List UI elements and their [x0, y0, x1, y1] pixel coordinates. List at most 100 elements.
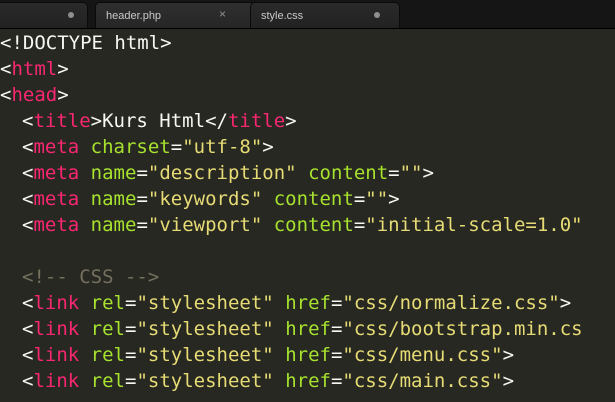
equals: =: [353, 214, 366, 236]
equals: =: [136, 162, 148, 184]
bracket: <: [22, 292, 34, 314]
tag-name: head: [11, 84, 58, 106]
tag-name: meta: [33, 162, 80, 184]
unsaved-dot-icon[interactable]: [68, 12, 74, 18]
attribute-name: content: [273, 214, 354, 236]
code-line-meta-charset: <meta charset="utf-8">: [22, 135, 274, 159]
code-line-link-bootstrap: <link rel="stylesheet" href="css/bootstr…: [22, 317, 583, 341]
tab-label: style.css: [261, 9, 304, 22]
bracket: <: [22, 188, 34, 210]
bracket: >: [388, 188, 400, 210]
code-line-comment: <!-- CSS -->: [22, 265, 159, 289]
tab-style-css[interactable]: style.css: [250, 2, 400, 28]
attribute-name: href: [285, 318, 331, 340]
bracket: <: [0, 84, 12, 106]
tab-label: header.php: [106, 9, 162, 22]
attribute-name: charset: [90, 136, 171, 158]
attribute-value: "viewport": [147, 214, 263, 236]
bracket: >: [285, 110, 297, 132]
equals: =: [125, 318, 137, 340]
attribute-value: "utf-8": [182, 136, 263, 158]
equals: =: [170, 136, 183, 158]
code-line-link-menu: <link rel="stylesheet" href="css/menu.cs…: [22, 343, 514, 367]
code-line-link-normalize: <link rel="stylesheet" href="css/normali…: [22, 291, 571, 315]
bracket: <: [22, 344, 34, 366]
tag-name: meta: [33, 136, 80, 158]
attribute-name: rel: [90, 344, 125, 366]
equals: =: [330, 292, 343, 314]
code-line-link-main: <link rel="stylesheet" href="css/main.cs…: [22, 369, 514, 393]
bracket: >: [502, 344, 515, 366]
equals: =: [136, 214, 148, 236]
code-line-doctype: <!DOCTYPE html>: [0, 31, 172, 55]
tab-bar: header.php × style.css: [0, 0, 615, 29]
bracket: <: [0, 58, 12, 80]
bracket: <: [22, 136, 34, 158]
bracket: >: [422, 162, 434, 184]
code-editor[interactable]: <!DOCTYPE html> <html> <head> <title>Kur…: [0, 29, 615, 402]
tag-name: meta: [33, 214, 80, 236]
attribute-value: "css/main.css": [342, 370, 503, 392]
bracket: >: [57, 58, 69, 80]
attribute-value: "initial-scale=1.0": [365, 214, 583, 236]
attribute-value: "css/bootstrap.min.cs: [342, 318, 583, 340]
equals: =: [125, 344, 137, 366]
tag-name: link: [33, 370, 80, 392]
code-line-html: <html>: [0, 57, 69, 81]
bracket: >: [559, 292, 572, 314]
attribute-name: name: [90, 162, 137, 184]
tag-name: title: [227, 110, 286, 132]
tag-name: link: [33, 318, 80, 340]
attribute-value: "description": [147, 162, 297, 184]
attribute-value: "stylesheet": [136, 292, 274, 314]
code-line-meta-keywords: <meta name="keywords" content="">: [22, 187, 400, 211]
tag-name: meta: [33, 188, 80, 210]
attribute-name: name: [90, 188, 137, 210]
equals: =: [388, 162, 400, 184]
unsaved-dot-icon[interactable]: [374, 12, 380, 18]
attribute-name: content: [308, 162, 389, 184]
attribute-value: "css/normalize.css": [342, 292, 560, 314]
attribute-name: content: [273, 188, 354, 210]
code-line-meta-description: <meta name="description" content="">: [22, 161, 434, 185]
attribute-name: rel: [90, 292, 125, 314]
tag-name: link: [33, 344, 80, 366]
equals: =: [125, 370, 137, 392]
bracket: <: [22, 370, 34, 392]
attribute-value: "": [365, 188, 389, 210]
comment-text: <!-- CSS -->: [22, 266, 160, 288]
code-line-meta-viewport: <meta name="viewport" content="initial-s…: [22, 213, 583, 237]
doctype-text: <!DOCTYPE html>: [0, 32, 172, 54]
attribute-value: "keywords": [147, 188, 263, 210]
tag-name: html: [11, 58, 58, 80]
tab-header-php[interactable]: header.php ×: [95, 2, 255, 28]
bracket: >: [502, 370, 515, 392]
close-icon[interactable]: ×: [219, 7, 226, 21]
attribute-value: "stylesheet": [136, 344, 274, 366]
attribute-name: rel: [90, 318, 125, 340]
attribute-name: href: [285, 344, 331, 366]
bracket: >: [57, 84, 69, 106]
bracket: >: [262, 136, 274, 158]
code-line-head: <head>: [0, 83, 69, 107]
attribute-name: href: [285, 370, 331, 392]
equals: =: [330, 318, 343, 340]
attribute-value: "": [399, 162, 423, 184]
attribute-value: "stylesheet": [136, 318, 274, 340]
attribute-name: href: [285, 292, 331, 314]
bracket: <: [22, 162, 34, 184]
bracket: >: [90, 110, 103, 132]
attribute-name: rel: [90, 370, 125, 392]
equals: =: [353, 188, 366, 210]
equals: =: [136, 188, 148, 210]
bracket: </: [205, 110, 228, 132]
title-text: Kurs Html: [102, 110, 206, 132]
equals: =: [125, 292, 137, 314]
bracket: <: [22, 214, 34, 236]
tab-unnamed[interactable]: [0, 2, 88, 28]
bracket: <: [22, 110, 34, 132]
attribute-value: "css/menu.css": [342, 344, 503, 366]
equals: =: [330, 370, 343, 392]
attribute-name: name: [90, 214, 137, 236]
code-line-title: <title>Kurs Html</title>: [22, 109, 297, 133]
